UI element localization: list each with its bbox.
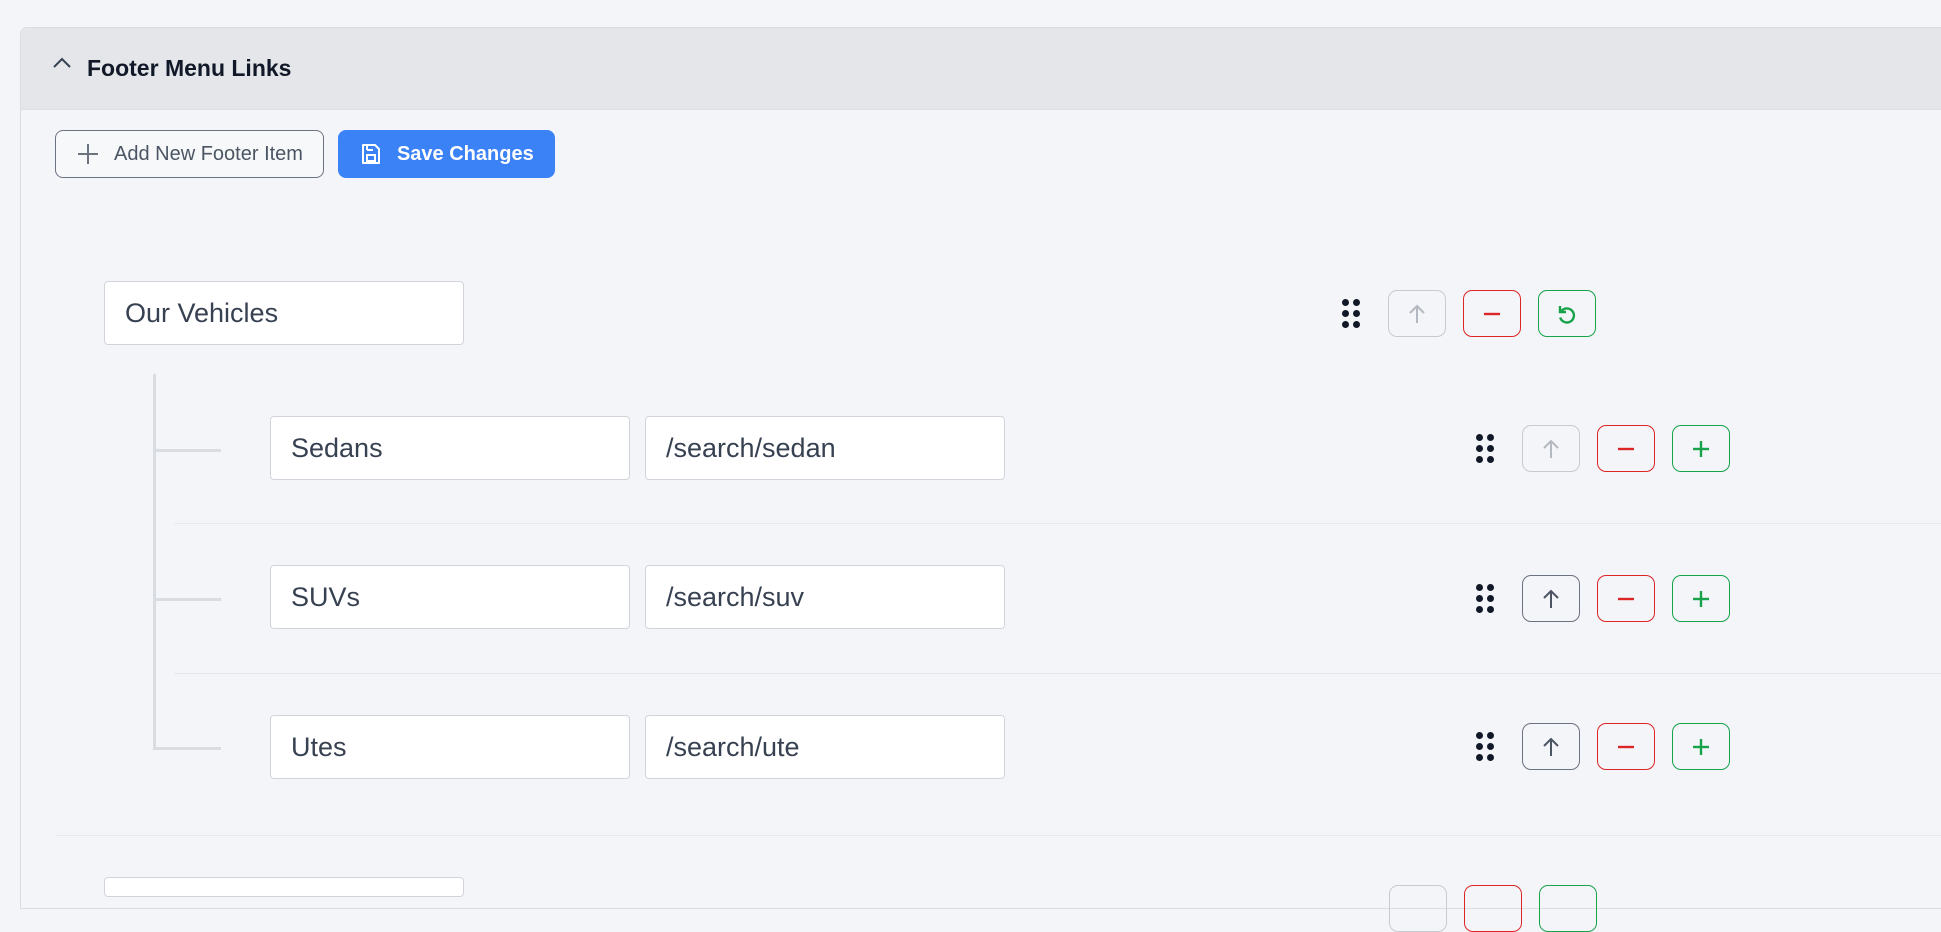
next-group-label-input[interactable] xyxy=(104,877,464,897)
child-actions xyxy=(1476,425,1747,472)
group-actions xyxy=(1342,290,1613,337)
tree-branch xyxy=(153,747,221,750)
child-actions xyxy=(1476,723,1747,770)
child-label-input[interactable] xyxy=(270,715,630,779)
row-divider xyxy=(174,523,1941,524)
group-divider xyxy=(56,835,1941,836)
remove-button[interactable] xyxy=(1597,425,1655,472)
add-child-button[interactable] xyxy=(1672,723,1730,770)
chevron-up-icon[interactable] xyxy=(51,52,73,74)
add-footer-item-label: Add New Footer Item xyxy=(114,142,303,165)
tree-branch xyxy=(153,598,221,601)
tree-branch xyxy=(153,449,221,452)
drag-handle-icon[interactable] xyxy=(1476,732,1496,761)
move-up-button[interactable] xyxy=(1522,723,1580,770)
arrow-up-icon xyxy=(1543,737,1559,756)
arrow-up-icon xyxy=(1543,439,1559,458)
arrow-up-icon xyxy=(1409,304,1425,323)
child-label-input[interactable] xyxy=(270,416,630,480)
child-actions xyxy=(1476,575,1747,622)
plus-icon xyxy=(1693,440,1709,457)
restore-button[interactable] xyxy=(1539,885,1597,932)
minus-icon xyxy=(1618,447,1634,450)
panel-title: Footer Menu Links xyxy=(87,55,292,81)
move-up-button[interactable] xyxy=(1522,575,1580,622)
minus-icon xyxy=(1484,312,1500,315)
remove-group-button[interactable] xyxy=(1463,290,1521,337)
add-child-button[interactable] xyxy=(1672,425,1730,472)
child-label-input[interactable] xyxy=(270,565,630,629)
remove-group-button[interactable] xyxy=(1464,885,1522,932)
move-up-button[interactable] xyxy=(1388,290,1446,337)
drag-handle-icon[interactable] xyxy=(1342,299,1362,328)
save-icon xyxy=(361,144,380,164)
drag-handle-icon[interactable] xyxy=(1476,584,1496,613)
plus-icon xyxy=(1693,590,1709,607)
next-group-actions xyxy=(1389,885,1614,932)
plus-icon xyxy=(78,144,98,164)
restore-button[interactable] xyxy=(1538,290,1596,337)
child-link-input[interactable] xyxy=(645,416,1005,480)
move-up-button[interactable] xyxy=(1522,425,1580,472)
plus-icon xyxy=(1693,738,1709,755)
drag-handle-icon[interactable] xyxy=(1476,434,1496,463)
panel-header[interactable]: Footer Menu Links xyxy=(21,28,1941,110)
undo-icon xyxy=(1558,305,1576,324)
child-link-input[interactable] xyxy=(645,715,1005,779)
save-changes-button[interactable]: Save Changes xyxy=(337,130,555,178)
minus-icon xyxy=(1618,745,1634,748)
child-link-input[interactable] xyxy=(645,565,1005,629)
add-child-button[interactable] xyxy=(1672,575,1730,622)
move-up-button[interactable] xyxy=(1389,885,1447,932)
row-divider xyxy=(174,673,1941,674)
arrow-up-icon xyxy=(1543,589,1559,608)
remove-button[interactable] xyxy=(1597,723,1655,770)
group-label-input[interactable] xyxy=(104,281,464,345)
toolbar: Add New Footer Item Save Changes xyxy=(55,130,555,178)
tree-connector xyxy=(153,374,156,749)
save-changes-label: Save Changes xyxy=(396,142,534,165)
minus-icon xyxy=(1618,597,1634,600)
add-footer-item-button[interactable]: Add New Footer Item xyxy=(55,130,324,178)
remove-button[interactable] xyxy=(1597,575,1655,622)
